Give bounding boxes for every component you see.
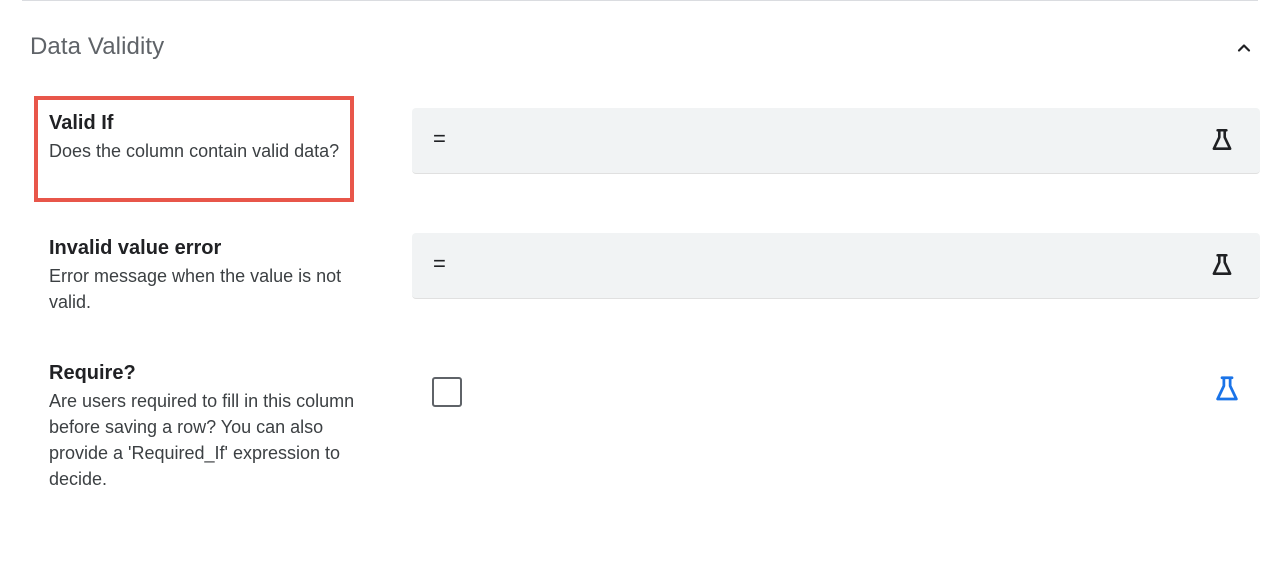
valid-if-label: Valid If Does the column contain valid d…	[49, 110, 369, 164]
flask-icon[interactable]	[1206, 249, 1238, 281]
valid-if-expression-field[interactable]: =	[412, 108, 1260, 174]
invalid-value-error-label: Invalid value error Error message when t…	[49, 235, 369, 315]
valid-if-description: Does the column contain valid data?	[49, 141, 340, 161]
require-title: Require?	[49, 362, 136, 384]
invalid-value-error-title: Invalid value error	[49, 237, 222, 259]
require-label: Require? Are users required to fill in t…	[49, 360, 369, 492]
require-checkbox[interactable]	[432, 377, 462, 407]
invalid-value-error-description: Error message when the value is not vali…	[49, 266, 342, 312]
flask-icon[interactable]	[1206, 124, 1238, 156]
invalid-value-error-expression-value: =	[433, 251, 446, 276]
valid-if-expression-value: =	[433, 126, 446, 151]
section-title: Data Validity	[30, 33, 165, 60]
chevron-up-icon[interactable]	[1228, 32, 1260, 64]
flask-icon[interactable]	[1210, 372, 1244, 406]
valid-if-title: Valid If	[49, 112, 114, 134]
top-divider	[22, 0, 1258, 1]
section-header[interactable]: Data Validity	[30, 32, 1260, 64]
require-description: Are users required to fill in this colum…	[49, 391, 355, 489]
data-validity-panel: Data Validity Valid If Does the column c…	[0, 0, 1280, 575]
invalid-value-error-expression-field[interactable]: =	[412, 233, 1260, 299]
